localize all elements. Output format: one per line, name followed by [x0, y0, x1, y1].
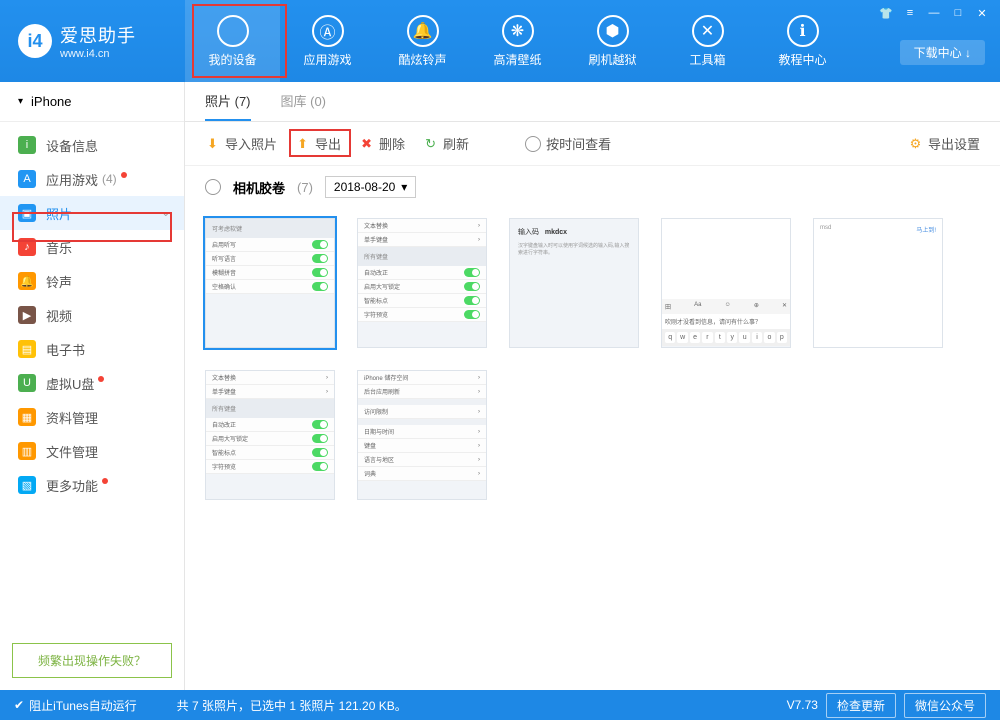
- album-count: (7): [297, 180, 313, 195]
- refresh-icon: ↻: [423, 136, 438, 151]
- refresh-button[interactable]: ↻刷新: [423, 134, 469, 153]
- sidebar-icon: i: [18, 136, 36, 154]
- sidebar-icon: ▥: [18, 442, 36, 460]
- nav-tab-tools[interactable]: ✕工具箱: [660, 0, 755, 82]
- import-button[interactable]: ⬇导入照片: [205, 134, 277, 153]
- export-button[interactable]: ⬆导出: [295, 134, 341, 153]
- gear-icon: ⚙: [908, 136, 923, 151]
- sidebar-item[interactable]: ▣照片⌄: [0, 196, 184, 230]
- window-controls: 👕 ≡ — □ ✕: [876, 6, 992, 20]
- sidebar-item[interactable]: A应用游戏(4): [0, 162, 184, 196]
- skin-icon[interactable]: 👕: [876, 6, 896, 20]
- photo-thumbnail[interactable]: msd马上到!: [813, 218, 943, 348]
- nav-tab-apple[interactable]: 我的设备: [185, 0, 280, 82]
- select-all-radio[interactable]: [205, 179, 221, 195]
- sidebar-icon: ▶: [18, 306, 36, 324]
- check-icon: ✔: [14, 698, 24, 712]
- sub-tab[interactable]: 图库 (0): [281, 82, 327, 121]
- store-icon: Ⓐ: [312, 15, 344, 47]
- photo-thumbnail[interactable]: 输入码 mkdcx汉字键盘输入时可以使用字词候选的输入码,输入搜索进行字符串。: [509, 218, 639, 348]
- itunes-block-toggle[interactable]: ✔阻止iTunes自动运行: [14, 697, 137, 714]
- sidebar-icon: ♪: [18, 238, 36, 256]
- nav-tab-box[interactable]: ⬢刷机越狱: [565, 0, 660, 82]
- wechat-button[interactable]: 微信公众号: [904, 693, 986, 718]
- sidebar-item[interactable]: ▶视频: [0, 298, 184, 332]
- nav-tab-bell[interactable]: 🔔酷炫铃声: [375, 0, 470, 82]
- download-center-button[interactable]: 下载中心 ↓: [900, 40, 985, 65]
- date-selector[interactable]: 2018-08-20▾: [325, 176, 416, 198]
- chevron-down-icon: ⌄: [162, 208, 170, 219]
- nav-tab-info[interactable]: ℹ教程中心: [755, 0, 850, 82]
- menu-icon[interactable]: ≡: [900, 6, 920, 20]
- app-header: i4 爱思助手 www.i4.cn 我的设备Ⓐ应用游戏🔔酷炫铃声❋高清壁纸⬢刷机…: [0, 0, 1000, 82]
- chevron-down-icon: ▾: [401, 180, 407, 194]
- sidebar-item[interactable]: ▦资料管理: [0, 400, 184, 434]
- minimize-button[interactable]: —: [924, 6, 944, 20]
- nav-tab-store[interactable]: Ⓐ应用游戏: [280, 0, 375, 82]
- app-title: 爱思助手: [60, 22, 136, 48]
- status-bar: ✔阻止iTunes自动运行 共 7 张照片，已选中 1 张照片 121.20 K…: [0, 690, 1000, 720]
- sidebar-icon: ▦: [18, 408, 36, 426]
- nav-tabs: 我的设备Ⓐ应用游戏🔔酷炫铃声❋高清壁纸⬢刷机越狱✕工具箱ℹ教程中心: [185, 0, 850, 82]
- photo-thumbnail[interactable]: 可考虑软键启用听写听写语言模糊拼音空格确认: [205, 218, 335, 348]
- device-selector[interactable]: ▾ iPhone: [0, 82, 184, 122]
- status-info: 共 7 张照片，已选中 1 张照片 121.20 KB。: [177, 697, 407, 714]
- device-label: iPhone: [31, 94, 71, 109]
- version-label: V7.73: [787, 698, 818, 712]
- nav-tab-flower[interactable]: ❋高清壁纸: [470, 0, 565, 82]
- sidebar-item[interactable]: ▤电子书: [0, 332, 184, 366]
- delete-button[interactable]: ✖删除: [359, 134, 405, 153]
- photo-thumbnail[interactable]: 文本替换›单手键盘›所有键盘自动改正启用大写锁定智能标点字符预览: [205, 370, 335, 500]
- album-row: 相机胶卷 (7) 2018-08-20▾: [185, 166, 1000, 208]
- chevron-down-icon: ▾: [18, 96, 23, 107]
- sidebar-icon: U: [18, 374, 36, 392]
- import-icon: ⬇: [205, 136, 220, 151]
- photo-thumbnail[interactable]: 文本替换›单手键盘›所有键盘自动改正启用大写锁定智能标点字符预览: [357, 218, 487, 348]
- delete-icon: ✖: [359, 136, 374, 151]
- notification-dot: [121, 172, 127, 178]
- export-settings-button[interactable]: ⚙导出设置: [908, 134, 980, 153]
- help-link[interactable]: 频繁出现操作失败？: [12, 643, 172, 678]
- logo-icon: i4: [18, 24, 52, 58]
- sidebar-icon: ▤: [18, 340, 36, 358]
- sub-tabs: 照片 (7) 图库 (0): [185, 82, 1000, 122]
- radio-icon: [525, 136, 541, 152]
- sidebar-icon: ▣: [18, 204, 36, 222]
- box-icon: ⬢: [597, 15, 629, 47]
- maximize-button[interactable]: □: [948, 6, 968, 20]
- thumbnail-grid: 可考虑软键启用听写听写语言模糊拼音空格确认文本替换›单手键盘›所有键盘自动改正启…: [185, 208, 1000, 510]
- photo-thumbnail[interactable]: iPhone 储存空间›后台应用刷新›访问限制›日期与时间›键盘›语言与地区›词…: [357, 370, 487, 500]
- notification-dot: [102, 478, 108, 484]
- sidebar-item[interactable]: 🔔铃声: [0, 264, 184, 298]
- close-button[interactable]: ✕: [972, 6, 992, 20]
- apple-icon: [217, 15, 249, 47]
- photo-thumbnail[interactable]: 田Aa☺⊕✕吹刚才没看到信息，请问有什么事？qwertyuiop: [661, 218, 791, 348]
- sidebar-icon: A: [18, 170, 36, 188]
- sidebar-icon: ▧: [18, 476, 36, 494]
- album-name: 相机胶卷: [233, 178, 285, 197]
- view-by-time-button[interactable]: 按时间查看: [525, 134, 611, 153]
- logo-area: i4 爱思助手 www.i4.cn: [0, 22, 185, 60]
- bell-icon: 🔔: [407, 15, 439, 47]
- sidebar-item[interactable]: i设备信息: [0, 128, 184, 162]
- app-subtitle: www.i4.cn: [60, 48, 136, 60]
- check-update-button[interactable]: 检查更新: [826, 693, 896, 718]
- sidebar-item[interactable]: ▧更多功能: [0, 468, 184, 502]
- sub-tab[interactable]: 照片 (7): [205, 82, 251, 121]
- main-panel: 照片 (7) 图库 (0) ⬇导入照片 ⬆导出 ✖删除 ↻刷新 按时间查看 ⚙导出…: [185, 82, 1000, 690]
- sidebar-item[interactable]: U虚拟U盘: [0, 366, 184, 400]
- export-icon: ⬆: [295, 136, 310, 151]
- flower-icon: ❋: [502, 15, 534, 47]
- info-icon: ℹ: [787, 15, 819, 47]
- sidebar-item[interactable]: ♪音乐: [0, 230, 184, 264]
- toolbar: ⬇导入照片 ⬆导出 ✖删除 ↻刷新 按时间查看 ⚙导出设置: [185, 122, 1000, 166]
- sidebar-icon: 🔔: [18, 272, 36, 290]
- sidebar-item[interactable]: ▥文件管理: [0, 434, 184, 468]
- notification-dot: [98, 376, 104, 382]
- tools-icon: ✕: [692, 15, 724, 47]
- sidebar: ▾ iPhone i设备信息A应用游戏(4)▣照片⌄♪音乐🔔铃声▶视频▤电子书U…: [0, 82, 185, 690]
